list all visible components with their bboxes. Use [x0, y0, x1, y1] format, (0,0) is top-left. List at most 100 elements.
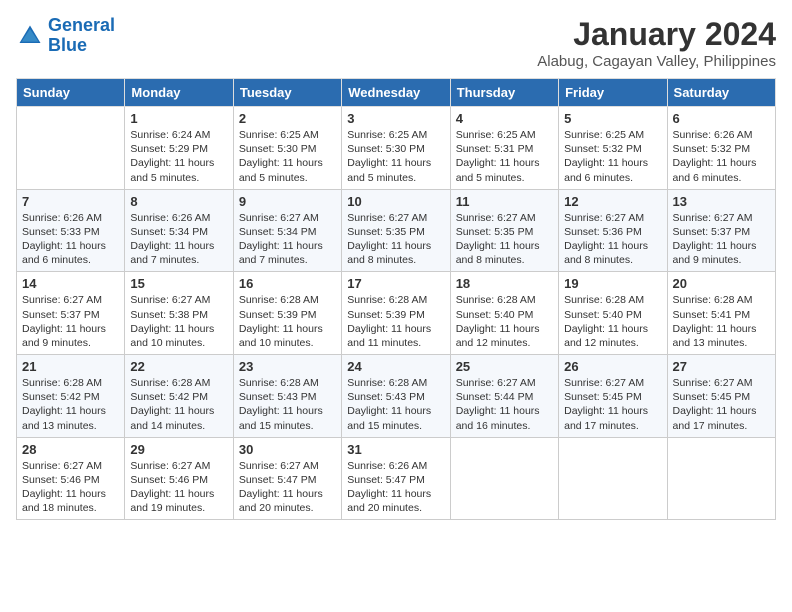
calendar-cell: 5 Sunrise: 6:25 AMSunset: 5:32 PMDaylight… — [559, 107, 667, 190]
day-number: 15 — [130, 276, 227, 291]
weekday-header-monday: Monday — [125, 79, 233, 107]
day-info: Sunrise: 6:26 AMSunset: 5:33 PMDaylight:… — [22, 211, 119, 268]
calendar-cell — [450, 437, 558, 520]
calendar-week-5: 28Sunrise: 6:27 AMSunset: 5:46 PMDayligh… — [17, 437, 776, 520]
day-number: 14 — [22, 276, 119, 291]
day-number: 12 — [564, 194, 661, 209]
day-info: Sunrise: 6:27 AMSunset: 5:37 PMDaylight:… — [22, 293, 119, 350]
day-number: 23 — [239, 359, 336, 374]
calendar-cell — [17, 107, 125, 190]
calendar-cell: 29 Sunrise: 6:27 AMSunset: 5:46 PMDayligh… — [125, 437, 233, 520]
day-number: 30 — [239, 442, 336, 457]
calendar-cell: 21 Sunrise: 6:28 AMSunset: 5:42 PMDayligh… — [17, 355, 125, 438]
calendar-cell: 13 Sunrise: 6:27 AMSunset: 5:37 PMDayligh… — [667, 189, 775, 272]
day-info: Sunrise: 6:27 AMSunset: 5:44 PMDaylight:… — [456, 376, 553, 433]
day-info: Sunrise: 6:28 AMSunset: 5:43 PMDaylight:… — [239, 376, 336, 433]
calendar-cell: 30 Sunrise: 6:27 AMSunset: 5:47 PMDayligh… — [233, 437, 341, 520]
calendar-cell: 12 Sunrise: 6:27 AMSunset: 5:36 PMDayligh… — [559, 189, 667, 272]
calendar-cell: 19Sunrise: 6:28 AMSunset: 5:40 PMDayligh… — [559, 272, 667, 355]
calendar-week-4: 21 Sunrise: 6:28 AMSunset: 5:42 PMDayligh… — [17, 355, 776, 438]
logo-icon — [16, 22, 44, 50]
day-info: Sunrise: 6:27 AMSunset: 5:35 PMDaylight:… — [456, 211, 553, 268]
calendar-cell: 16Sunrise: 6:28 AMSunset: 5:39 PMDayligh… — [233, 272, 341, 355]
day-info: Sunrise: 6:28 AMSunset: 5:40 PMDaylight:… — [456, 293, 553, 350]
day-number: 9 — [239, 194, 336, 209]
day-info: Sunrise: 6:27 AMSunset: 5:34 PMDaylight:… — [239, 211, 336, 268]
day-info: Sunrise: 6:26 AMSunset: 5:32 PMDaylight:… — [673, 128, 770, 185]
calendar-cell: 15 Sunrise: 6:27 AMSunset: 5:38 PMDayligh… — [125, 272, 233, 355]
day-number: 13 — [673, 194, 770, 209]
logo-text: General Blue — [48, 16, 115, 56]
calendar-cell: 2Sunrise: 6:25 AMSunset: 5:30 PMDaylight… — [233, 107, 341, 190]
calendar-cell: 27Sunrise: 6:27 AMSunset: 5:45 PMDayligh… — [667, 355, 775, 438]
day-number: 8 — [130, 194, 227, 209]
day-number: 29 — [130, 442, 227, 457]
day-number: 17 — [347, 276, 444, 291]
day-info: Sunrise: 6:27 AMSunset: 5:47 PMDaylight:… — [239, 459, 336, 516]
calendar-cell: 10 Sunrise: 6:27 AMSunset: 5:35 PMDayligh… — [342, 189, 450, 272]
day-number: 7 — [22, 194, 119, 209]
day-info: Sunrise: 6:26 AMSunset: 5:34 PMDaylight:… — [130, 211, 227, 268]
calendar-cell: 18 Sunrise: 6:28 AMSunset: 5:40 PMDayligh… — [450, 272, 558, 355]
day-info: Sunrise: 6:27 AMSunset: 5:38 PMDaylight:… — [130, 293, 227, 350]
day-number: 10 — [347, 194, 444, 209]
calendar-cell: 25Sunrise: 6:27 AMSunset: 5:44 PMDayligh… — [450, 355, 558, 438]
day-number: 18 — [456, 276, 553, 291]
calendar-cell: 6 Sunrise: 6:26 AMSunset: 5:32 PMDaylight… — [667, 107, 775, 190]
day-info: Sunrise: 6:24 AMSunset: 5:29 PMDaylight:… — [130, 128, 227, 185]
day-number: 27 — [673, 359, 770, 374]
day-info: Sunrise: 6:25 AMSunset: 5:30 PMDaylight:… — [239, 128, 336, 185]
calendar-cell: 4 Sunrise: 6:25 AMSunset: 5:31 PMDaylight… — [450, 107, 558, 190]
calendar-cell: 7 Sunrise: 6:26 AMSunset: 5:33 PMDaylight… — [17, 189, 125, 272]
calendar-cell: 26Sunrise: 6:27 AMSunset: 5:45 PMDayligh… — [559, 355, 667, 438]
day-number: 20 — [673, 276, 770, 291]
weekday-header-tuesday: Tuesday — [233, 79, 341, 107]
weekday-header-wednesday: Wednesday — [342, 79, 450, 107]
page-header: General Blue January 2024 Alabug, Cagaya… — [16, 16, 776, 70]
calendar-cell: 1 Sunrise: 6:24 AMSunset: 5:29 PMDaylight… — [125, 107, 233, 190]
day-info: Sunrise: 6:27 AMSunset: 5:46 PMDaylight:… — [130, 459, 227, 516]
month-title: January 2024 — [537, 16, 776, 53]
calendar-cell — [559, 437, 667, 520]
calendar-cell — [667, 437, 775, 520]
day-number: 6 — [673, 111, 770, 126]
day-number: 3 — [347, 111, 444, 126]
day-number: 11 — [456, 194, 553, 209]
day-info: Sunrise: 6:28 AMSunset: 5:43 PMDaylight:… — [347, 376, 444, 433]
calendar-cell: 11 Sunrise: 6:27 AMSunset: 5:35 PMDayligh… — [450, 189, 558, 272]
weekday-header-row: SundayMondayTuesdayWednesdayThursdayFrid… — [17, 79, 776, 107]
day-number: 5 — [564, 111, 661, 126]
location-title: Alabug, Cagayan Valley, Philippines — [537, 53, 776, 70]
day-number: 21 — [22, 359, 119, 374]
weekday-header-friday: Friday — [559, 79, 667, 107]
day-number: 4 — [456, 111, 553, 126]
calendar-cell: 9 Sunrise: 6:27 AMSunset: 5:34 PMDaylight… — [233, 189, 341, 272]
day-info: Sunrise: 6:28 AMSunset: 5:40 PMDaylight:… — [564, 293, 661, 350]
calendar-week-1: 1 Sunrise: 6:24 AMSunset: 5:29 PMDaylight… — [17, 107, 776, 190]
calendar-cell: 17Sunrise: 6:28 AMSunset: 5:39 PMDayligh… — [342, 272, 450, 355]
day-info: Sunrise: 6:27 AMSunset: 5:37 PMDaylight:… — [673, 211, 770, 268]
day-info: Sunrise: 6:27 AMSunset: 5:45 PMDaylight:… — [564, 376, 661, 433]
logo: General Blue — [16, 16, 115, 56]
day-number: 24 — [347, 359, 444, 374]
day-info: Sunrise: 6:25 AMSunset: 5:32 PMDaylight:… — [564, 128, 661, 185]
calendar-week-2: 7 Sunrise: 6:26 AMSunset: 5:33 PMDaylight… — [17, 189, 776, 272]
day-number: 22 — [130, 359, 227, 374]
day-number: 1 — [130, 111, 227, 126]
calendar-cell: 20 Sunrise: 6:28 AMSunset: 5:41 PMDayligh… — [667, 272, 775, 355]
calendar-table: SundayMondayTuesdayWednesdayThursdayFrid… — [16, 78, 776, 520]
day-info: Sunrise: 6:28 AMSunset: 5:41 PMDaylight:… — [673, 293, 770, 350]
day-info: Sunrise: 6:27 AMSunset: 5:46 PMDaylight:… — [22, 459, 119, 516]
calendar-cell: 31Sunrise: 6:26 AMSunset: 5:47 PMDayligh… — [342, 437, 450, 520]
day-info: Sunrise: 6:27 AMSunset: 5:35 PMDaylight:… — [347, 211, 444, 268]
title-block: January 2024 Alabug, Cagayan Valley, Phi… — [537, 16, 776, 70]
calendar-cell: 23 Sunrise: 6:28 AMSunset: 5:43 PMDayligh… — [233, 355, 341, 438]
day-info: Sunrise: 6:28 AMSunset: 5:42 PMDaylight:… — [22, 376, 119, 433]
calendar-week-3: 14 Sunrise: 6:27 AMSunset: 5:37 PMDayligh… — [17, 272, 776, 355]
day-info: Sunrise: 6:25 AMSunset: 5:30 PMDaylight:… — [347, 128, 444, 185]
day-info: Sunrise: 6:25 AMSunset: 5:31 PMDaylight:… — [456, 128, 553, 185]
day-info: Sunrise: 6:27 AMSunset: 5:36 PMDaylight:… — [564, 211, 661, 268]
day-number: 16 — [239, 276, 336, 291]
calendar-cell: 3 Sunrise: 6:25 AMSunset: 5:30 PMDaylight… — [342, 107, 450, 190]
calendar-cell: 22Sunrise: 6:28 AMSunset: 5:42 PMDayligh… — [125, 355, 233, 438]
